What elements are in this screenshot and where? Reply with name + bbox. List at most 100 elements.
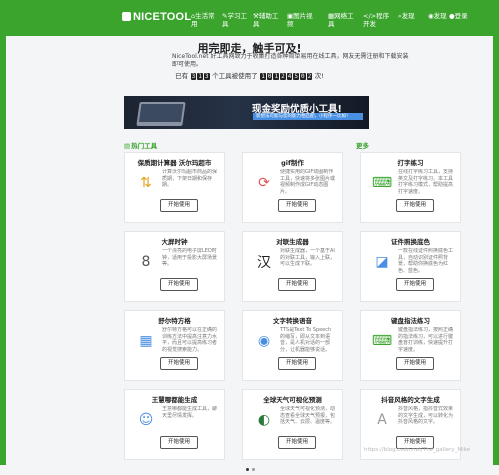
start-using-button[interactable]: 开始使用	[160, 199, 198, 212]
tool-card[interactable]: 大屏时钟 8 一个漂亮的电子屏LED时钟，适用于投影大屏场景等。开始使用	[124, 231, 225, 302]
tool-name: 抖音风格的文字生成	[381, 396, 440, 404]
tool-name: 保质期计算器 沃尔玛超市	[137, 159, 212, 167]
start-using-button[interactable]: 开始使用	[396, 357, 434, 370]
tool-count: 313	[190, 72, 210, 80]
start-using-button[interactable]: 开始使用	[160, 357, 198, 370]
tool-name: 舒尔特方格	[158, 317, 191, 325]
tool-description: 便捷实用的GIF动图制作工具，快速将多张图片或视频制作成GIF动态图片。	[280, 169, 336, 195]
left-side-band	[0, 36, 6, 465]
tool-description: 王慧哪都能生成工具，聊天里尽情发挥。	[162, 406, 218, 419]
face-icon: ☺	[138, 412, 154, 428]
nav-item-6[interactable]: ⌕发现	[398, 12, 426, 20]
start-using-button[interactable]: 开始使用	[396, 278, 434, 291]
tool-description: 计算沃尔玛超市商品的保质期，下架日期和保存期。	[162, 169, 218, 188]
nav-item-1[interactable]: ✎学习工具	[222, 12, 250, 28]
tool-name: 王慧哪都能生成	[151, 396, 198, 404]
tool-description: 对联生成器，一个基于AI的对联工具，输入上联，可以生成下联。	[280, 248, 336, 267]
keyboard-icon: ⌨	[371, 333, 393, 349]
tool-name: 全球天气可视化预测	[263, 396, 322, 404]
page-indicator	[246, 456, 266, 471]
more-link[interactable]: 更多	[356, 140, 369, 150]
tool-card[interactable]: 全球天气可视化预测 ◐ 全球天气可视化预测，动态查看全球天气预报，包括天气、云层、温…	[242, 389, 343, 460]
usage-count: 10124502	[260, 72, 313, 80]
section-header: ▤热门工具 更多	[124, 139, 369, 151]
tool-name: 大屏时钟	[161, 238, 188, 246]
tool-card[interactable]: gif制作 ⟳ 便捷实用的GIF动图制作工具，快速将多张图片或视频制作成GIF动态图…	[242, 152, 343, 223]
promo-banner[interactable]: 现金奖励优质小工具! 新想法可能与您的能力相匹配，小程序一比如！	[124, 96, 369, 129]
nav-item-5[interactable]: </>程序开发	[363, 12, 391, 28]
keyboard-icon: ⌨	[371, 175, 393, 191]
tool-card[interactable]: 证件照换底色 ◪ 一款在线证件照换底色工具，自动识别证件照背景，帮助你换底色为红色、…	[360, 231, 461, 302]
usage-count-digit: 5	[293, 73, 299, 80]
tool-name: 打字练习	[397, 159, 424, 167]
start-using-button[interactable]: 开始使用	[278, 357, 316, 370]
speaker-icon: ◉	[257, 333, 271, 349]
nav-item-2[interactable]: ⚒辅助工具	[253, 12, 281, 28]
tool-description: 舒尔特方格可以在正确的训练方法中提高注意力水平，而且可以提高练习者的视觉搜索能力…	[162, 327, 218, 353]
site-logo[interactable]: NICETOOL	[122, 11, 191, 23]
tool-card[interactable]: 王慧哪都能生成 ☺ 王慧哪都能生成工具，聊天里尽情发挥。 开始使用	[124, 389, 225, 460]
code-icon: </>	[363, 12, 377, 20]
banner-tag: 新想法可能与您的能力相匹配，小程序一比如！	[253, 113, 363, 120]
start-using-button[interactable]: 开始使用	[160, 278, 198, 291]
usage-count-digit: 1	[273, 73, 280, 80]
usage-count-digit: 4	[286, 73, 293, 80]
tool-description: TTS是Text To Speech的缩写，即从文本到语音，是人机对话的一部分，…	[280, 327, 332, 353]
nav-item-0[interactable]: ⌂生活常用	[191, 12, 219, 28]
tool-description: 键盘指法练习，按照正确的指法练习，可以进行键盘盲打训练，快速提升打字速度。	[398, 327, 454, 353]
usage-count-digit: 0	[299, 73, 306, 80]
tool-description: 全球天气可视化预测，动态查看全球天气预报，包括天气、云层、温度等。	[280, 406, 336, 425]
nav-item-label: 发现	[433, 12, 447, 20]
page-dot[interactable]	[252, 468, 255, 471]
tool-card[interactable]: 对联生成器汉对联生成器，一个基于AI的对联工具，输入上联，可以生成下联。开始使用	[242, 231, 343, 302]
nav-item-label: 登录	[454, 12, 468, 20]
usage-count-digit: 0	[266, 73, 273, 80]
start-using-button[interactable]: 开始使用	[278, 436, 316, 449]
tool-card[interactable]: 打字练习 ⌨ 在线打字练习工具，支持英文及打字练习。本工具打字练习模式，帮助提高打字…	[360, 152, 461, 223]
grid-icon: ▦	[139, 333, 153, 349]
tool-name: 文字转换语音	[273, 317, 312, 325]
tool-count-digit: 1	[197, 73, 203, 80]
tool-description: 一款在线证件照换底色工具，自动识别证件照背景，帮助你换底色为红色、蓝色。	[398, 248, 454, 274]
gif-icon: ⟳	[258, 175, 270, 191]
tool-card[interactable]: 舒尔特方格 ▦ 舒尔特方格可以在正确的训练方法中提高注意力水平，而且可以提高练习者的…	[124, 310, 225, 381]
hero-subtitle: NiceTool.net 好工具网致力于收集打造各种简单易用在线工具，网友无需注…	[172, 53, 409, 68]
right-side-band	[493, 36, 499, 465]
list-icon: ▤	[124, 142, 131, 150]
start-using-button[interactable]: 开始使用	[396, 199, 434, 212]
tool-card[interactable]: 键盘指法练习 ⌨ 键盘指法练习，按照正确的指法练习，可以进行键盘盲打训练，快速提升打…	[360, 310, 461, 381]
tool-name: 键盘指法练习	[391, 317, 430, 325]
section-title: ▤热门工具	[124, 142, 158, 150]
usage-count-digit: 2	[306, 73, 313, 80]
tool-name: 对联生成器	[276, 238, 309, 246]
page-dot[interactable]	[246, 468, 249, 471]
chinese-char-icon: 汉	[257, 255, 271, 271]
text-style-icon: A	[377, 412, 387, 428]
arrows-icon: ⇅	[140, 175, 152, 191]
logo-mark-icon	[122, 12, 131, 21]
nav-item-3[interactable]: ▣图片视频	[287, 12, 315, 28]
globe-icon: ◐	[257, 412, 271, 428]
tool-card[interactable]: 文字转换语音 ◉ TTS是Text To Speech的缩写，即从文本到语音，是人机…	[242, 310, 343, 381]
tool-count-digit: 3	[190, 73, 197, 80]
start-using-button[interactable]: 开始使用	[278, 278, 316, 291]
tool-name: 证件照换底色	[391, 238, 430, 246]
tool-card[interactable]: 保质期计算器 沃尔玛超市 ⇅ 计算沃尔玛超市商品的保质期，下架日期和保存期。开始使用	[124, 152, 225, 223]
tool-name: gif制作	[281, 159, 304, 167]
usage-counter: 已有 313 个工具被使用了 10124502 次!	[175, 72, 324, 80]
laptop-illustration	[136, 102, 186, 126]
nav-item-label: 生活常用	[191, 12, 215, 28]
nav-item-label: 发现	[401, 12, 415, 20]
tool-description: 在线打字练习工具，支持英文及打字练习。本工具打字练习模式，帮助提高打字速度。	[398, 169, 454, 195]
tool-description: 一个漂亮的电子屏LED时钟，适用于投影大屏场景等。	[162, 248, 218, 267]
nav-item-8[interactable]: ●登录	[449, 12, 469, 20]
nav-item-4[interactable]: ▦网络工具	[328, 12, 356, 28]
clock-icon: 8	[141, 254, 151, 270]
tool-count-digit: 3	[203, 73, 210, 80]
start-using-button[interactable]: 开始使用	[278, 199, 316, 212]
usage-count-digit: 1	[260, 73, 266, 80]
watermark: https://blog.csdn.net/The_gallery_Mike	[364, 447, 471, 453]
tool-description: 抖音风格，指抖音式效果的文字生成，可以转化为抖音风格的文字。	[398, 406, 454, 425]
usage-count-digit: 2	[280, 73, 286, 80]
start-using-button[interactable]: 开始使用	[160, 436, 198, 449]
